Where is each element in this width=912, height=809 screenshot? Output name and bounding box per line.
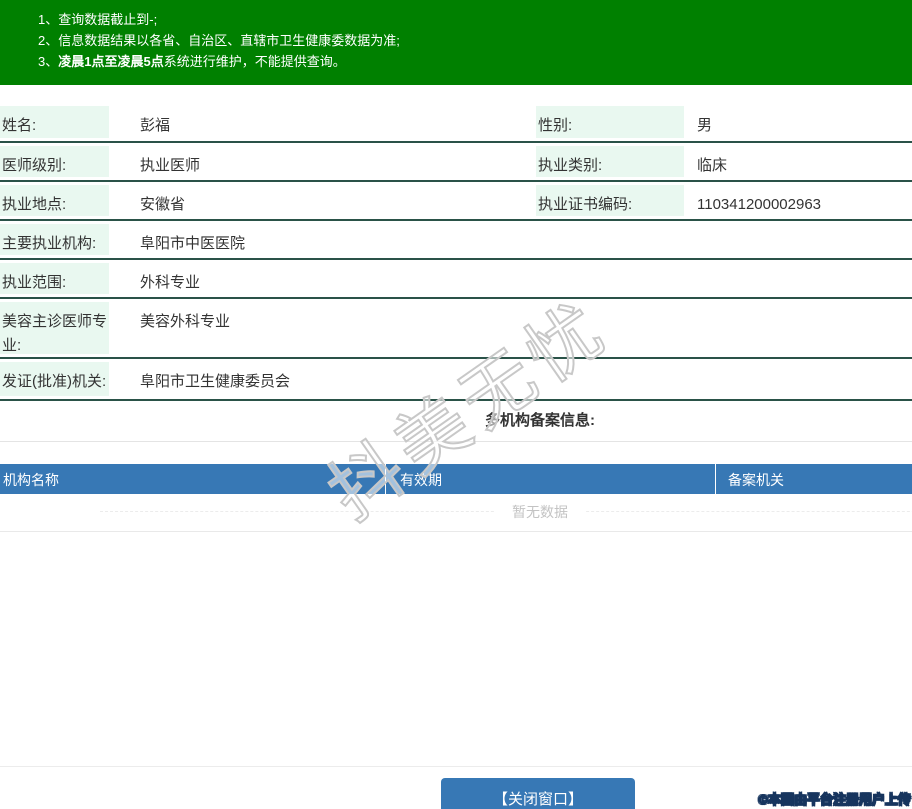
info-row-issuing-authority: 发证(批准)机关: 阜阳市卫生健康委员会 (0, 359, 912, 401)
value-doctor-level: 执业医师 (110, 143, 536, 180)
value-practice-location: 安徽省 (110, 182, 536, 219)
label-cosmetic-specialty: 美容主诊医师专业: (0, 302, 109, 354)
notice-line-1: 1、查询数据截止到-; (38, 9, 902, 30)
column-header-filing-authority: 备案机关 (715, 464, 912, 494)
registration-heading: 多机构备案信息: (485, 412, 595, 429)
label-issuing-authority: 发证(批准)机关: (0, 362, 109, 396)
value-issuing-authority: 阜阳市卫生健康委员会 (110, 359, 912, 399)
notice-line-3: 3、凌晨1点至凌晨5点系统进行维护，不能提供查询。 (38, 51, 902, 72)
upload-copyright-text: ©本图由平台注册用户上传 (758, 789, 911, 808)
info-row-location-certno: 执业地点: 安徽省 执业证书编码: 110341200002963 (0, 182, 912, 221)
value-gender: 男 (685, 103, 912, 141)
info-row-level-category: 医师级别: 执业医师 执业类别: 临床 (0, 143, 912, 182)
info-row-main-institution: 主要执业机构: 阜阳市中医医院 (0, 221, 912, 260)
close-window-button[interactable]: 【关闭窗口】 (441, 778, 635, 809)
label-main-institution: 主要执业机构: (0, 224, 109, 255)
notice-line-2: 2、信息数据结果以各省、自治区、直辖市卫生健康委数据为准; (38, 30, 902, 51)
info-row-practice-scope: 执业范围: 外科专业 (0, 260, 912, 299)
label-name: 姓名: (0, 106, 109, 138)
value-cosmetic-specialty: 美容外科专业 (110, 299, 912, 357)
label-doctor-level: 医师级别: (0, 146, 109, 177)
value-main-institution: 阜阳市中医医院 (110, 221, 912, 258)
value-practice-scope: 外科专业 (110, 260, 912, 297)
label-gender: 性别: (536, 106, 684, 138)
value-practice-category: 临床 (685, 143, 912, 180)
value-name: 彭福 (110, 103, 536, 141)
registration-empty-row: 暂无数据 (0, 494, 912, 532)
column-header-institution-name: 机构名称 (0, 464, 385, 494)
label-practice-location: 执业地点: (0, 185, 109, 216)
registration-table-header: 机构名称 有效期 备案机关 (0, 464, 912, 494)
info-row-cosmetic-specialty: 美容主诊医师专业: 美容外科专业 (0, 299, 912, 359)
label-practice-scope: 执业范围: (0, 263, 109, 294)
column-header-validity-period: 有效期 (385, 464, 715, 494)
registration-section: 多机构备案信息: (0, 401, 912, 441)
no-data-text: 暂无数据 (494, 504, 586, 520)
value-certificate-number: 110341200002963 (685, 182, 912, 219)
label-certificate-number: 执业证书编码: (536, 185, 684, 216)
section-divider (0, 441, 912, 442)
info-row-name-gender: 姓名: 彭福 性别: 男 (0, 103, 912, 143)
practitioner-info-table: 姓名: 彭福 性别: 男 医师级别: 执业医师 执业类别: 临床 执业地点: 安… (0, 103, 912, 401)
notice-banner: 1、查询数据截止到-; 2、信息数据结果以各省、自治区、直辖市卫生健康委数据为准… (0, 0, 912, 85)
label-practice-category: 执业类别: (536, 146, 684, 177)
